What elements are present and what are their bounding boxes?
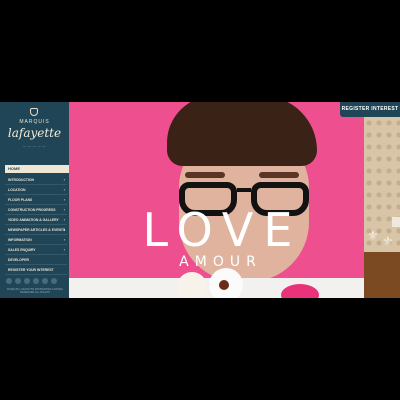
sidebar-item[interactable]: DEVELOPER xyxy=(5,255,67,265)
sidebar-item[interactable]: CONSTRUCTION PROGRESS › xyxy=(5,205,67,215)
sidebar-item-label: VIDEO ANIMATION & GALLERY xyxy=(8,218,59,222)
chevron-right-icon: › xyxy=(63,197,65,202)
sidebar-item[interactable]: NEWSPAPER ARTICLES & EVENTS › xyxy=(5,225,67,235)
sidebar-item-label: INTRODUCTION xyxy=(8,178,34,182)
site-logo[interactable]: MARQUIS lafayette — — — — — xyxy=(0,102,69,162)
logo-sub-text: — — — — — xyxy=(23,144,46,148)
sidebar-item[interactable]: LOCATION › xyxy=(5,185,67,195)
website: MARQUIS lafayette — — — — — HOME INTRODU… xyxy=(0,102,400,298)
chevron-right-icon: › xyxy=(63,247,65,252)
sidebar-item-label: SALES ENQUIRY xyxy=(8,248,36,252)
chevron-right-icon: › xyxy=(63,207,65,212)
hero-subheadline: AMOUR xyxy=(179,254,262,270)
chevron-right-icon: › xyxy=(63,237,65,242)
register-interest-button[interactable]: REGISTER INTEREST xyxy=(340,102,400,117)
sidebar: MARQUIS lafayette — — — — — HOME INTRODU… xyxy=(0,102,69,298)
sidebar-item-label: CONSTRUCTION PROGRESS xyxy=(8,208,56,212)
decorative-panel: ⚜ ⚜ ⚜ xyxy=(364,117,400,298)
hero-hair xyxy=(167,102,317,166)
sidebar-item[interactable]: SALES ENQUIRY › xyxy=(5,245,67,255)
flower-white xyxy=(177,272,207,298)
sidebar-item[interactable]: REGISTER YOUR INTEREST xyxy=(5,265,67,275)
sidebar-item[interactable]: VIDEO ANIMATION & GALLERY › xyxy=(5,215,67,225)
flower-center xyxy=(219,280,229,290)
chevron-right-icon: › xyxy=(63,217,65,222)
chevron-right-icon: › xyxy=(63,187,65,192)
sidebar-item-label: LOCATION xyxy=(8,188,26,192)
fleur-de-lis-icon: ⚜ xyxy=(382,234,394,249)
logo-script-text: lafayette xyxy=(7,126,62,140)
social-icon[interactable] xyxy=(15,278,21,284)
footer-text: MARQUIS LAFAYETTE PROPERTIES LIMITED. RE… xyxy=(6,288,64,295)
social-icon[interactable] xyxy=(24,278,30,284)
sidebar-item[interactable]: INTRODUCTION › xyxy=(5,175,67,185)
sidebar-item-label: NEWSPAPER ARTICLES & EVENTS xyxy=(8,228,66,232)
social-icon[interactable] xyxy=(42,278,48,284)
nav-list: INTRODUCTION › LOCATION › FLOOR PLANS › CONSTR… xyxy=(5,175,67,275)
hero-brow-right xyxy=(259,172,299,178)
fleur-de-lis-icon: ⚜ xyxy=(367,228,379,243)
hero-headline: LOVE xyxy=(142,203,303,257)
logo-top-text: MARQUIS xyxy=(19,119,50,125)
sidebar-item-label: REGISTER YOUR INTEREST xyxy=(8,268,54,272)
hero-banner: LOVE AMOUR xyxy=(69,102,364,298)
wood-panel xyxy=(364,252,400,298)
chevron-right-icon: › xyxy=(63,227,65,232)
chevron-right-icon: › xyxy=(63,177,65,182)
crest-icon xyxy=(30,108,38,116)
sidebar-item[interactable]: INFORMATION › xyxy=(5,235,67,245)
social-icon[interactable] xyxy=(6,278,12,284)
sidebar-item-label: INFORMATION xyxy=(8,238,32,242)
glasses-bridge xyxy=(237,188,251,192)
social-icon[interactable] xyxy=(51,278,57,284)
sidebar-item[interactable]: FLOOR PLANS › xyxy=(5,195,67,205)
sidebar-item-label: FLOOR PLANS xyxy=(8,198,33,202)
hero-brow-left xyxy=(185,172,225,178)
sidebar-item-label: DEVELOPER xyxy=(8,258,29,262)
slider-next-control[interactable] xyxy=(392,217,400,227)
nav-home[interactable]: HOME xyxy=(5,165,69,173)
social-icon[interactable] xyxy=(33,278,39,284)
